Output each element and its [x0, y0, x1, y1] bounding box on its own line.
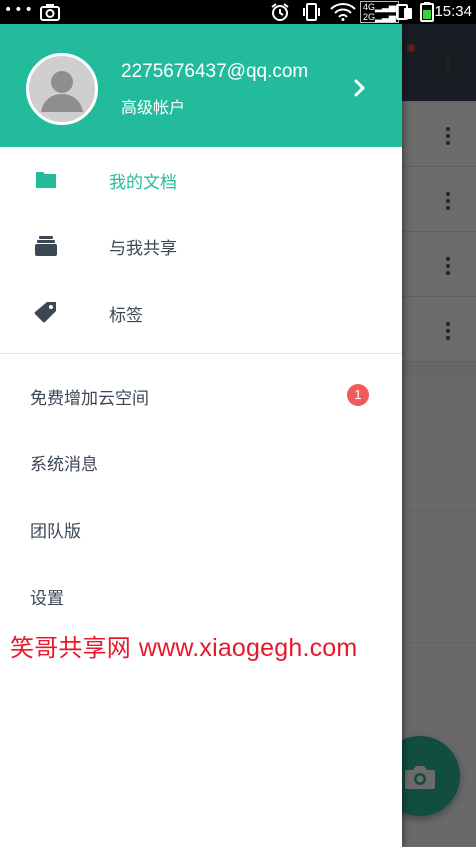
nav-label: 标签 [109, 306, 143, 326]
menu-label: 系统消息 [30, 455, 98, 475]
navigation-drawer: 2275676437@qq.com 高级帐户 我的文档 与我共享 标签 免费增加… [0, 24, 402, 847]
account-header[interactable]: 2275676437@qq.com 高级帐户 [0, 24, 402, 147]
network-type-label: 4G [363, 2, 376, 12]
avatar-placeholder-icon [41, 71, 83, 112]
menu-item-team-edition[interactable]: 团队版 [0, 496, 402, 562]
nav-item-tags[interactable]: 标签 [0, 280, 402, 346]
avatar[interactable] [26, 53, 98, 125]
cellular-signal-icon: 4G▂▃▅ 2G▂▃▅ [360, 1, 399, 23]
status-bar: ••• 4G▂▃▅ 2G▂▃▅ 15:34 [0, 0, 476, 24]
shared-stack-icon [34, 234, 58, 258]
nav-label: 我的文档 [109, 173, 177, 193]
divider [0, 353, 402, 354]
notification-badge: 1 [347, 384, 369, 406]
dual-sim-icon [396, 3, 414, 25]
nav-item-my-documents[interactable]: 我的文档 [0, 147, 402, 213]
account-type: 高级帐户 [121, 98, 186, 117]
chevron-right-icon[interactable] [352, 78, 368, 98]
account-email: 2275676437@qq.com [121, 61, 309, 82]
watermark-url: www.xiaogegh.com [138, 634, 358, 662]
watermark: 笑哥共享网 www.xiaogegh.com [10, 628, 357, 663]
nav-label: 与我共享 [109, 239, 177, 259]
screenshot-icon [40, 3, 60, 25]
watermark-name: 笑哥共享网 [10, 634, 131, 662]
menu-item-system-messages[interactable]: 系统消息 [0, 429, 402, 495]
wifi-icon [330, 3, 356, 25]
menu-item-free-cloud-space[interactable]: 免费增加云空间 1 [0, 363, 402, 429]
menu-label: 团队版 [30, 522, 81, 542]
menu-label: 设置 [30, 589, 64, 609]
network-type-label-2: 2G [363, 12, 376, 22]
status-time: 15:34 [434, 3, 472, 20]
menu-item-settings[interactable]: 设置 [0, 563, 402, 629]
menu-label: 免费增加云空间 [30, 389, 149, 409]
alarm-icon [270, 3, 290, 25]
tag-icon [34, 301, 58, 325]
nav-item-shared-with-me[interactable]: 与我共享 [0, 213, 402, 279]
folder-icon [34, 168, 58, 192]
status-notification-dots: ••• [4, 2, 35, 18]
battery-icon [420, 2, 434, 26]
vibrate-icon [302, 3, 322, 25]
